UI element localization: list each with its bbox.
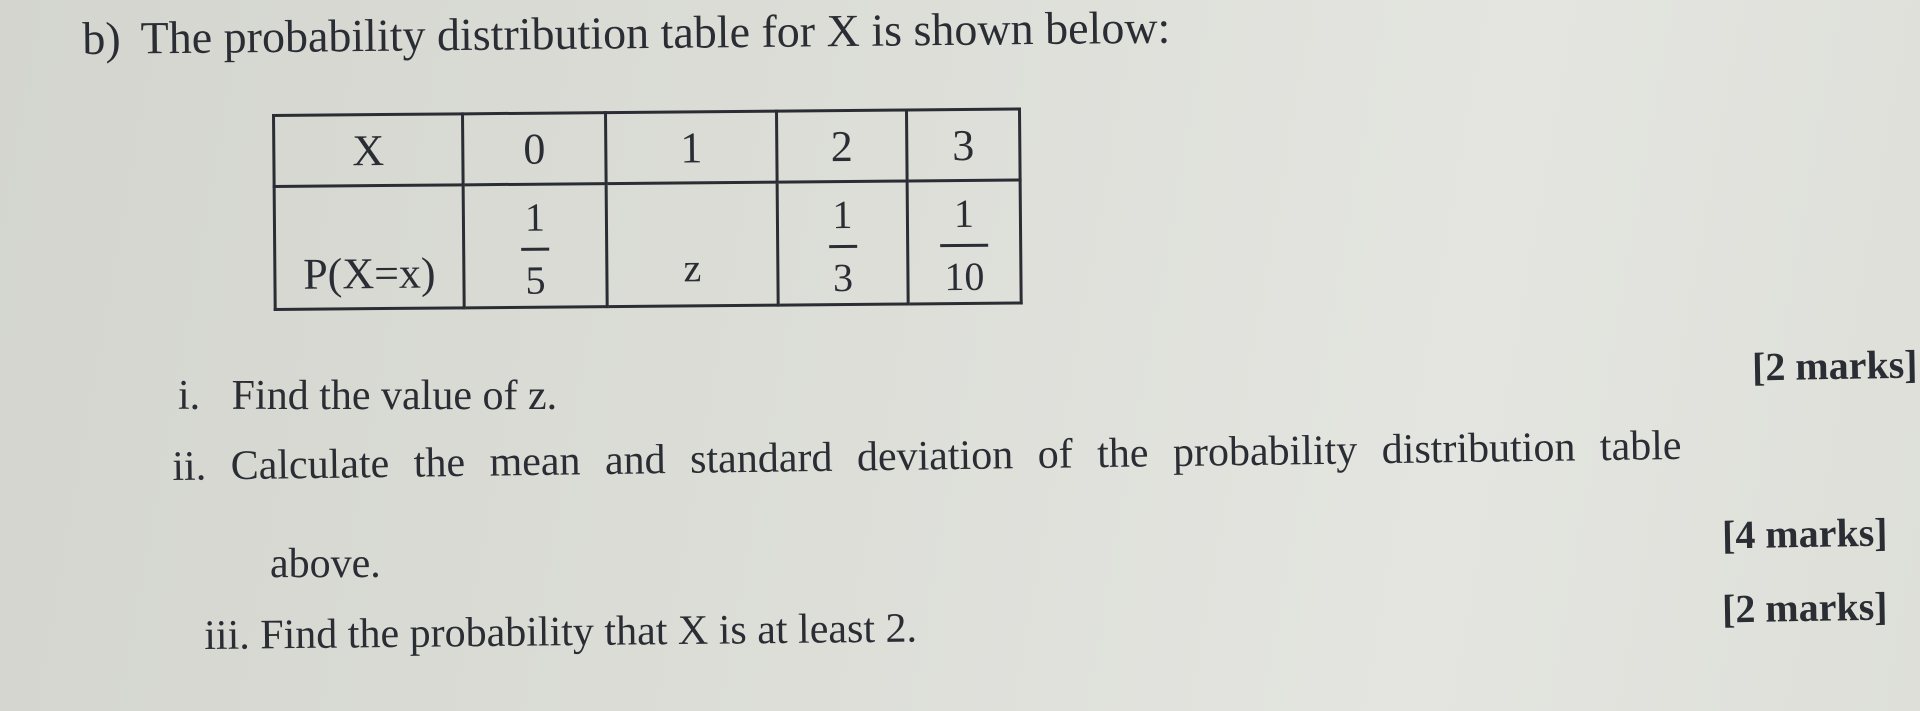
probability-cell-0: 15: [463, 183, 608, 308]
marks-ii: [4 marks]: [1721, 509, 1888, 558]
fraction-bar: [940, 243, 989, 248]
table-row-probability: P(X=x) 15 z 13 1 10: [274, 179, 1022, 310]
question-ii: ii. Calculate the mean and standard devi…: [172, 422, 1682, 490]
fraction: 15: [521, 195, 550, 303]
question-i: i. Find the value of z.: [178, 373, 558, 419]
probability-cell-2: 13: [777, 180, 909, 306]
fraction-bar: [828, 244, 857, 249]
row-header-x: X: [273, 113, 464, 187]
question-heading: b) The probability distribution table for…: [82, 1, 1171, 65]
row-header-probability: P(X=x): [274, 184, 465, 310]
x-value-2: 2: [776, 109, 908, 183]
question-ii-continuation: above.: [270, 541, 381, 587]
probability-cell-1: z: [606, 182, 779, 307]
fraction: 13: [828, 192, 857, 300]
fraction-bar: [521, 247, 550, 251]
marks-iii: [2 marks]: [1721, 583, 1888, 632]
x-value-1: 1: [605, 111, 778, 184]
question-text: The probability distribution table for X…: [140, 1, 1171, 64]
probability-distribution-table: X 0 1 2 3 P(X=x) 15 z 13 1 10: [272, 107, 1023, 311]
question-iii: iii. Find the probability that X is at l…: [204, 605, 918, 659]
question-label: b): [82, 12, 121, 64]
x-value-3: 3: [906, 108, 1021, 181]
probability-cell-3: 1 10: [907, 179, 1022, 304]
marks-i: [2 marks]: [1751, 341, 1918, 390]
table-row-x: X 0 1 2 3: [273, 108, 1021, 187]
fraction: 1 10: [940, 191, 989, 299]
x-value-0: 0: [462, 112, 607, 185]
